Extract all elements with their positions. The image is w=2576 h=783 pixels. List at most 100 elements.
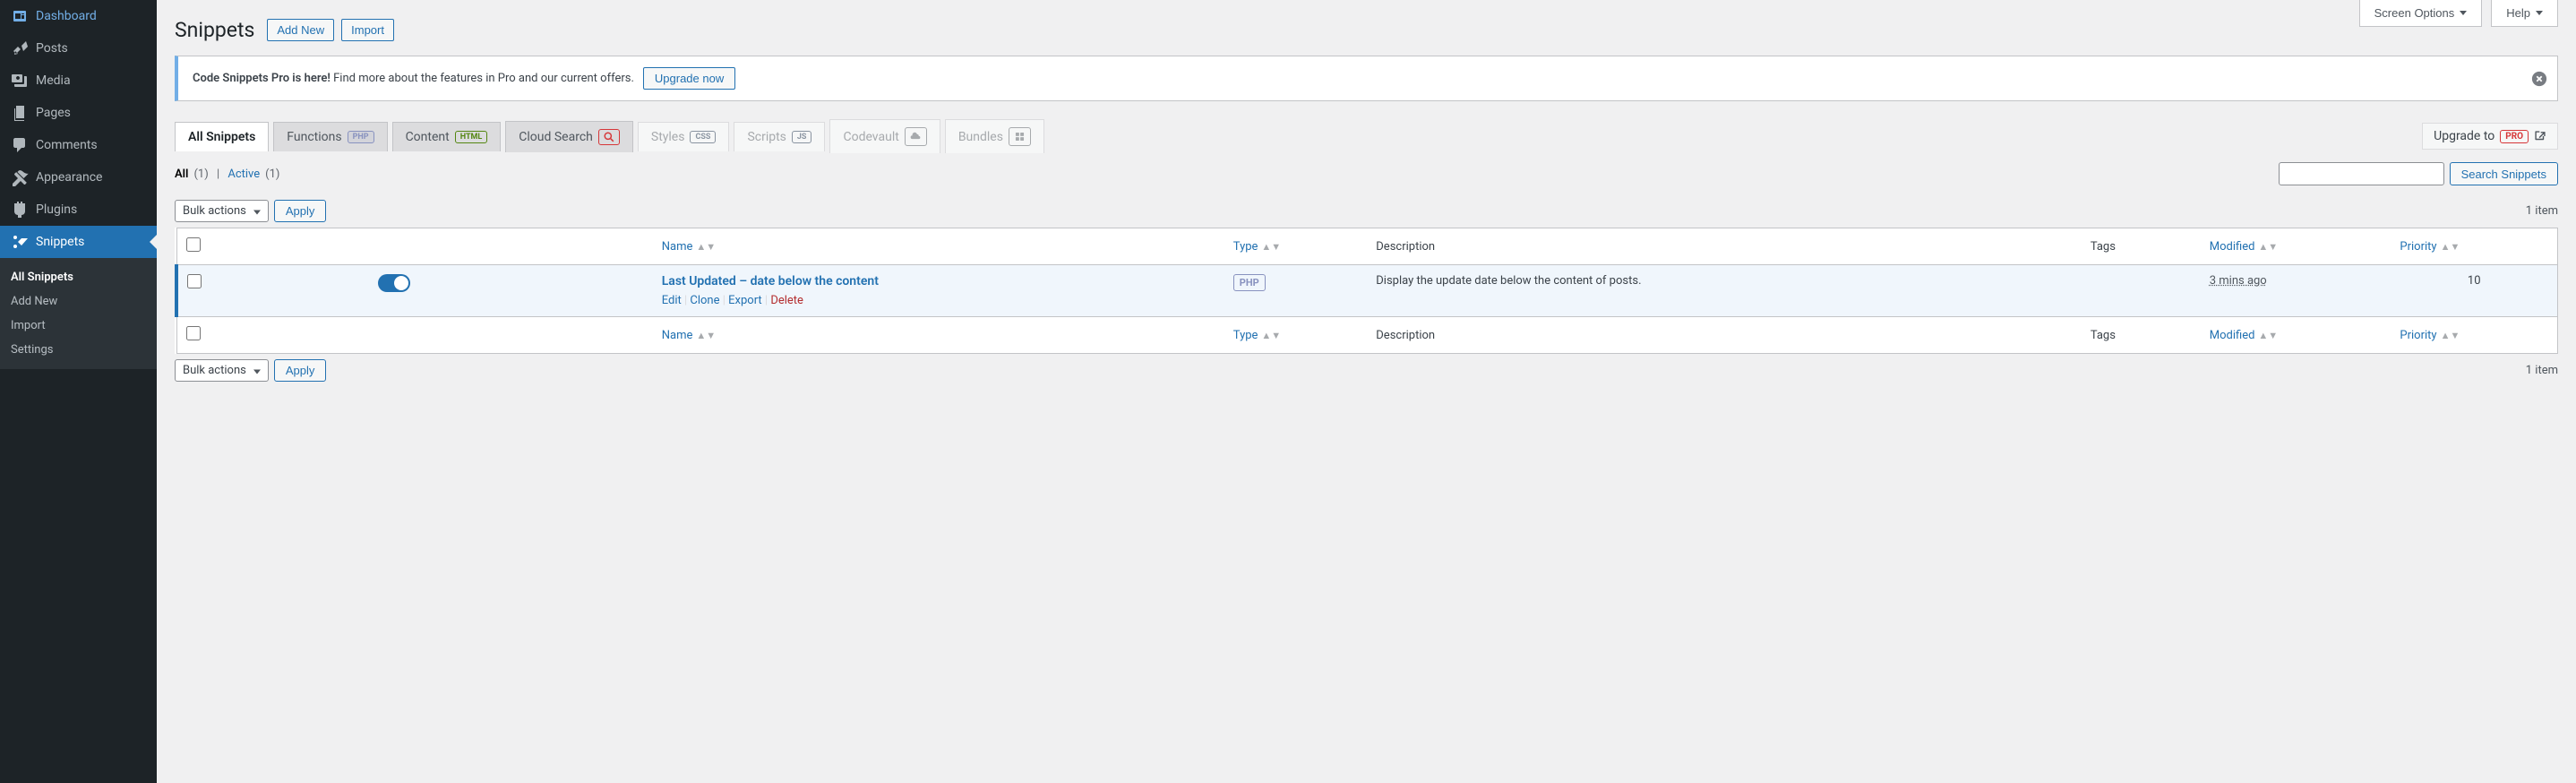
sidebar-subitem-settings[interactable]: Settings [0, 338, 157, 362]
column-name-footer[interactable]: Name▲▼ [653, 317, 1224, 354]
main-content: Screen Options Help Snippets Add New Imp… [157, 0, 2576, 783]
screen-options-toggle[interactable]: Screen Options [2359, 0, 2483, 27]
tab-cloud-search[interactable]: Cloud Search [505, 121, 633, 152]
modified-time: 3 mins ago [2210, 274, 2267, 288]
sidebar-item-label: Media [36, 73, 71, 88]
sidebar-item-pages[interactable]: Pages [0, 97, 157, 129]
column-modified-footer[interactable]: Modified▲▼ [2201, 317, 2391, 354]
sidebar-item-snippets[interactable]: Snippets [0, 226, 157, 258]
snippet-tags [2082, 265, 2201, 317]
sort-icon: ▲▼ [1261, 330, 1281, 341]
sort-icon: ▲▼ [2441, 330, 2460, 341]
sidebar-item-appearance[interactable]: Appearance [0, 161, 157, 194]
search-button[interactable]: Search Snippets [2450, 162, 2558, 185]
select-all-checkbox-bottom[interactable] [186, 326, 201, 340]
help-toggle[interactable]: Help [2491, 0, 2558, 27]
sidebar-item-label: Pages [36, 106, 71, 120]
sidebar-item-posts[interactable]: Posts [0, 32, 157, 65]
upgrade-now-button[interactable]: Upgrade now [643, 67, 735, 90]
dismiss-icon[interactable] [2530, 70, 2548, 88]
import-button[interactable]: Import [341, 19, 394, 41]
sidebar-item-dashboard[interactable]: Dashboard [0, 0, 157, 32]
snippet-title[interactable]: Last Updated – date below the content [662, 274, 879, 288]
sidebar-submenu: All Snippets Add New Import Settings [0, 258, 157, 369]
column-type-header[interactable]: Type▲▼ [1224, 228, 1368, 265]
row-checkbox[interactable] [187, 274, 202, 288]
notice-strong: Code Snippets Pro is here! [193, 72, 331, 85]
sidebar-subitem-import[interactable]: Import [0, 314, 157, 338]
add-new-button[interactable]: Add New [267, 19, 334, 41]
search-input[interactable] [2279, 162, 2444, 185]
plugins-icon [11, 201, 29, 219]
sidebar-subitem-add-new[interactable]: Add New [0, 289, 157, 314]
caret-down-icon [2536, 11, 2543, 15]
comments-icon [11, 136, 29, 154]
item-count: 1 item [2526, 204, 2558, 218]
delete-link[interactable]: Delete [770, 294, 803, 307]
column-priority-footer[interactable]: Priority▲▼ [2391, 317, 2557, 354]
sort-icon: ▲▼ [696, 330, 716, 341]
media-icon [11, 72, 29, 90]
appearance-icon [11, 168, 29, 186]
external-link-icon [2534, 130, 2546, 142]
sort-icon: ▲▼ [696, 241, 716, 253]
tab-all-snippets[interactable]: All Snippets [175, 122, 269, 151]
clone-link[interactable]: Clone [690, 294, 719, 307]
apply-button-bottom[interactable]: Apply [274, 359, 327, 382]
type-badge: PHP [1233, 274, 1266, 291]
sort-icon: ▲▼ [1261, 241, 1281, 253]
priority-value: 10 [2391, 265, 2557, 317]
column-name-header[interactable]: Name▲▼ [653, 228, 1224, 265]
bulk-actions-select[interactable]: Bulk actions [175, 200, 269, 222]
tab-scripts[interactable]: Scripts JS [734, 122, 825, 151]
admin-sidebar: Dashboard Posts Media Pages Comments App… [0, 0, 157, 783]
tab-functions[interactable]: Functions PHP [273, 122, 387, 151]
column-description-footer: Description [1367, 317, 2082, 354]
page-header: Snippets Add New Import [175, 0, 2558, 42]
column-tags-footer: Tags [2082, 317, 2201, 354]
bulk-actions: Bulk actions Apply [175, 200, 326, 222]
sidebar-item-media[interactable]: Media [0, 65, 157, 97]
screen-meta-links: Screen Options Help [2359, 0, 2558, 27]
pro-badge: PRO [2500, 130, 2529, 143]
js-badge: JS [792, 131, 812, 143]
tab-content[interactable]: Content HTML [392, 122, 502, 151]
snippets-table: Name▲▼ Type▲▼ Description Tags Modified▲… [175, 228, 2558, 354]
row-actions: Edit | Clone | Export | Delete [662, 294, 1215, 307]
search-area: Search Snippets [2279, 162, 2558, 185]
sidebar-item-label: Posts [36, 41, 68, 56]
sort-icon: ▲▼ [2441, 241, 2460, 253]
filter-all[interactable]: All [175, 168, 188, 181]
sidebar-item-comments[interactable]: Comments [0, 129, 157, 161]
css-badge: CSS [690, 131, 716, 143]
snippets-icon [11, 233, 29, 251]
bulk-actions-bottom: Bulk actions Apply [175, 359, 326, 382]
edit-link[interactable]: Edit [662, 294, 682, 307]
export-link[interactable]: Export [728, 294, 762, 307]
filter-active[interactable]: Active [228, 168, 260, 181]
caret-down-icon [2460, 11, 2467, 15]
tab-styles[interactable]: Styles CSS [638, 122, 730, 151]
notice-pro: Code Snippets Pro is here! Find more abo… [175, 56, 2558, 101]
php-badge: PHP [348, 131, 374, 143]
table-footer-row: Name▲▼ Type▲▼ Description Tags Modified▲… [176, 317, 2558, 354]
select-all-checkbox[interactable] [186, 237, 201, 252]
page-title: Snippets [175, 18, 254, 42]
sort-icon: ▲▼ [2258, 241, 2278, 253]
column-modified-header[interactable]: Modified▲▼ [2201, 228, 2391, 265]
toggle-switch[interactable] [378, 274, 410, 292]
tab-bundles[interactable]: Bundles [945, 119, 1044, 153]
upgrade-to-pro-button[interactable]: Upgrade to PRO [2422, 123, 2558, 150]
snippet-description: Display the update date below the conten… [1367, 265, 2082, 317]
apply-button[interactable]: Apply [274, 200, 327, 222]
sidebar-item-plugins[interactable]: Plugins [0, 194, 157, 226]
table-row: Last Updated – date below the content Ed… [176, 265, 2558, 317]
sidebar-subitem-all-snippets[interactable]: All Snippets [0, 265, 157, 289]
column-description-header: Description [1367, 228, 2082, 265]
search-icon [598, 129, 620, 145]
column-type-footer[interactable]: Type▲▼ [1224, 317, 1368, 354]
tab-codevault[interactable]: Codevault [829, 119, 940, 153]
bulk-actions-select-bottom[interactable]: Bulk actions [175, 359, 269, 382]
column-priority-header[interactable]: Priority▲▼ [2391, 228, 2557, 265]
bundles-icon [1009, 127, 1031, 146]
